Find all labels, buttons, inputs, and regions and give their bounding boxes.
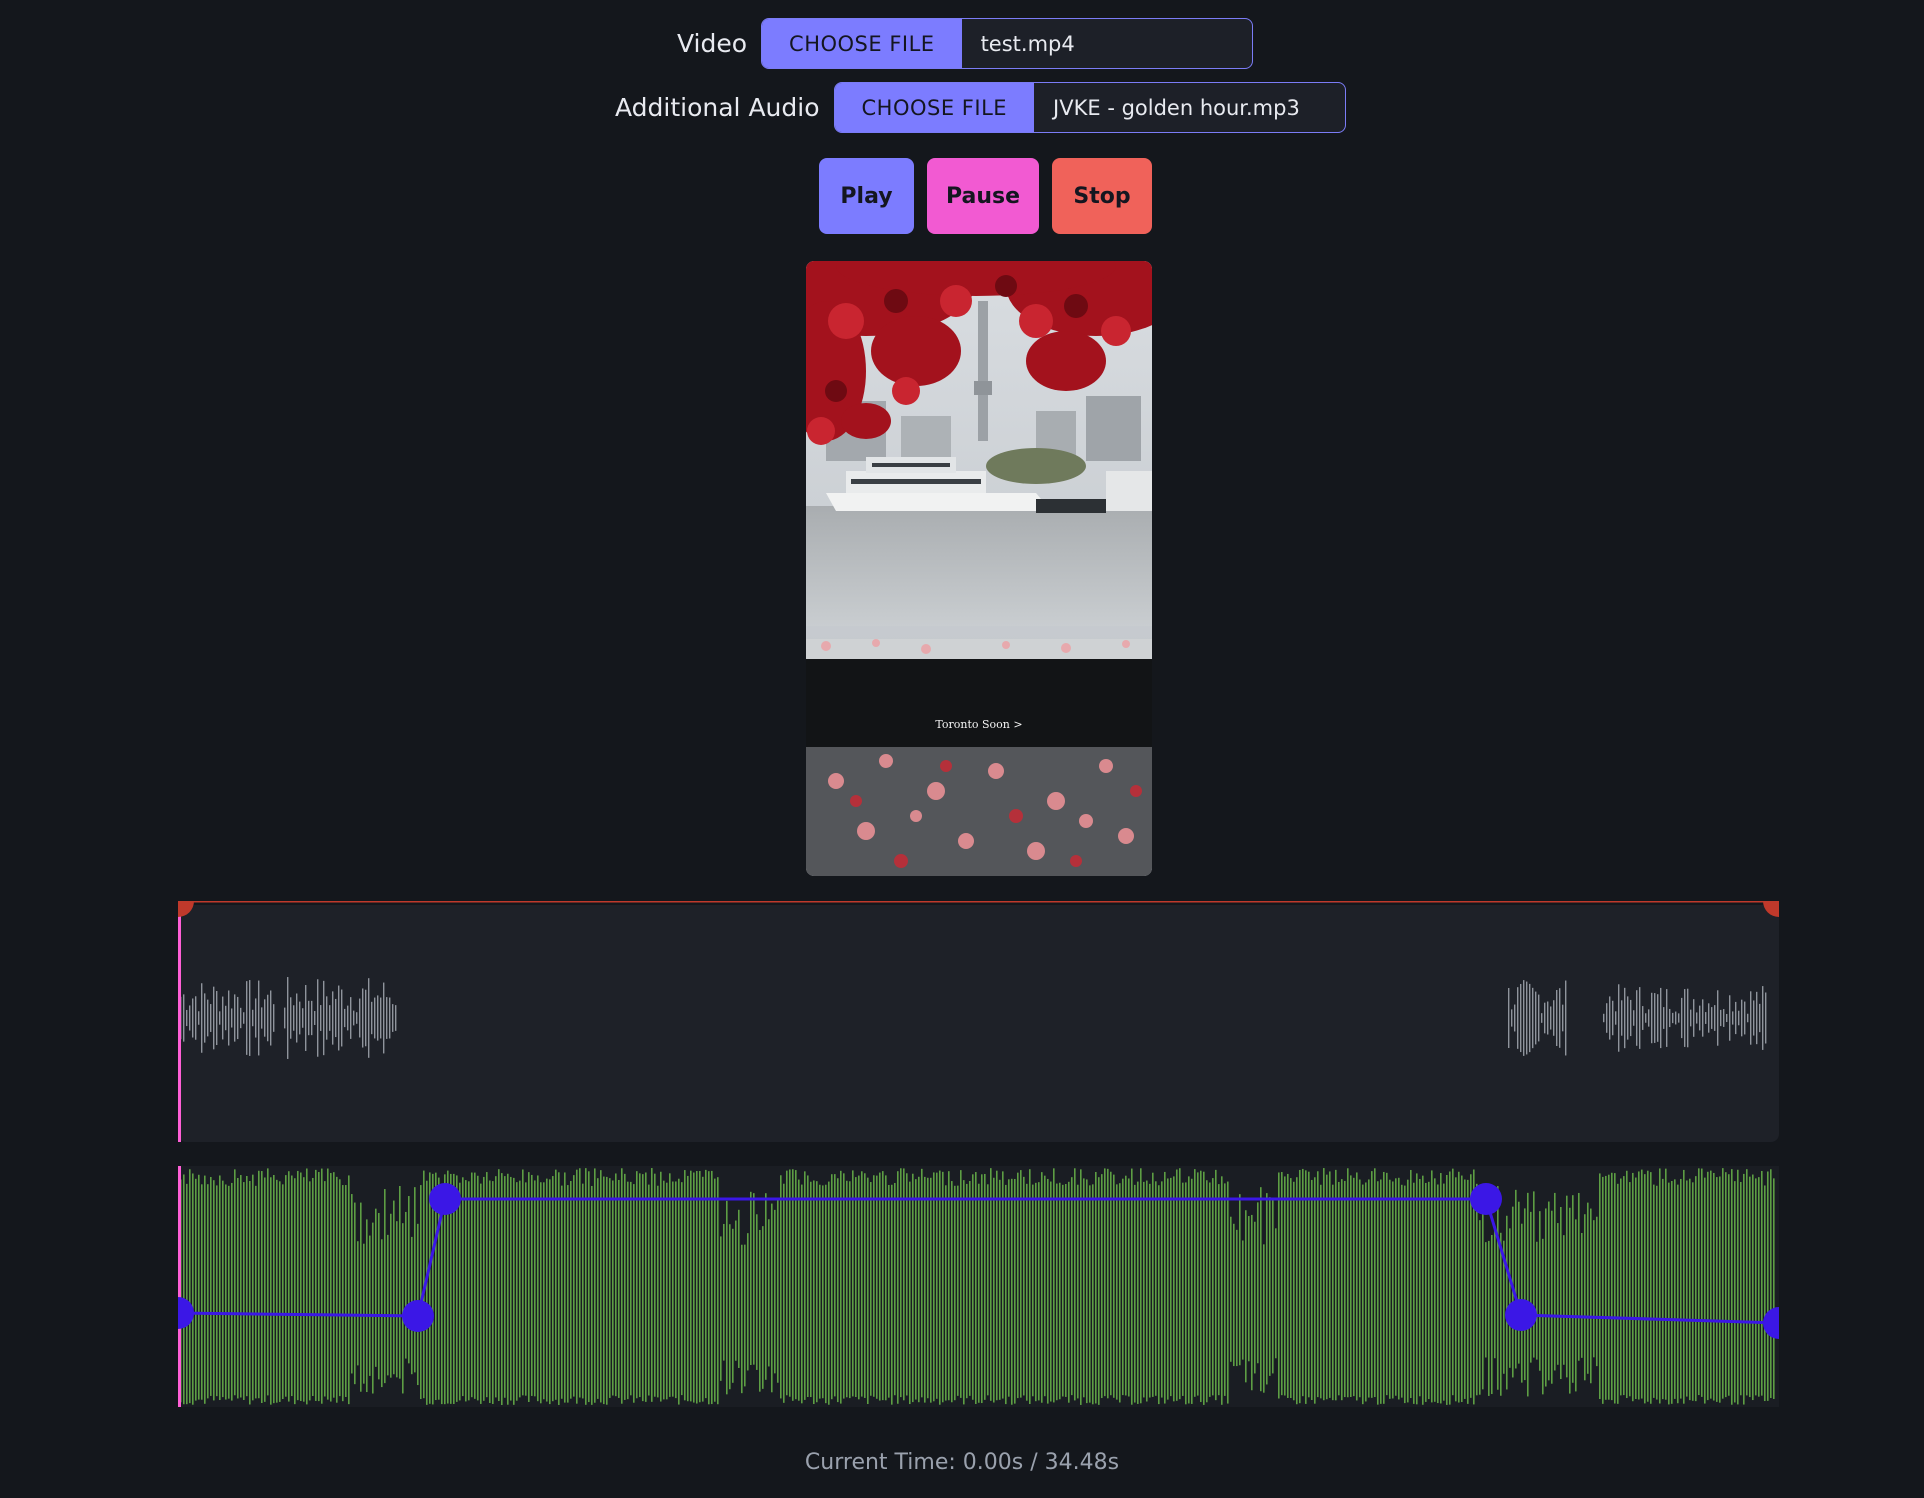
video-frame-image: Toronto Soon > (806, 261, 1152, 876)
audio-file-input[interactable]: CHOOSE FILE JVKE - golden hour.mp3 (833, 82, 1346, 133)
envelope-point[interactable] (402, 1300, 434, 1332)
current-time-display: Current Time: 0.00s / 34.48s (804, 1450, 1120, 1475)
audio-label: Additional Audio (615, 93, 820, 122)
envelope-point[interactable] (429, 1183, 461, 1215)
pause-button[interactable]: Pause (927, 158, 1039, 234)
audio-waveform-timeline[interactable] (162, 1166, 1795, 1407)
video-playhead[interactable] (178, 901, 181, 1142)
video-label: Video (677, 29, 748, 58)
video-preview[interactable]: Toronto Soon > (806, 261, 1152, 876)
audio-playhead[interactable] (178, 1166, 181, 1407)
audio-file-name: JVKE - golden hour.mp3 (1053, 95, 1300, 120)
video-file-input[interactable]: CHOOSE FILE test.mp4 (761, 18, 1254, 69)
video-file-row: Video CHOOSE FILE test.mp4 (677, 18, 1254, 69)
envelope-point[interactable] (1505, 1299, 1537, 1331)
audio-file-row: Additional Audio CHOOSE FILE JVKE - gold… (615, 82, 1346, 133)
video-caption: Toronto Soon > (935, 718, 1022, 731)
audio-choose-file-button[interactable]: CHOOSE FILE (834, 83, 1035, 132)
video-waveform-timeline[interactable] (162, 885, 1795, 1142)
stop-button[interactable]: Stop (1052, 158, 1152, 234)
envelope-point[interactable] (1470, 1183, 1502, 1215)
video-choose-file-button[interactable]: CHOOSE FILE (762, 19, 962, 68)
video-file-name: test.mp4 (980, 31, 1075, 56)
play-button[interactable]: Play (819, 158, 914, 234)
